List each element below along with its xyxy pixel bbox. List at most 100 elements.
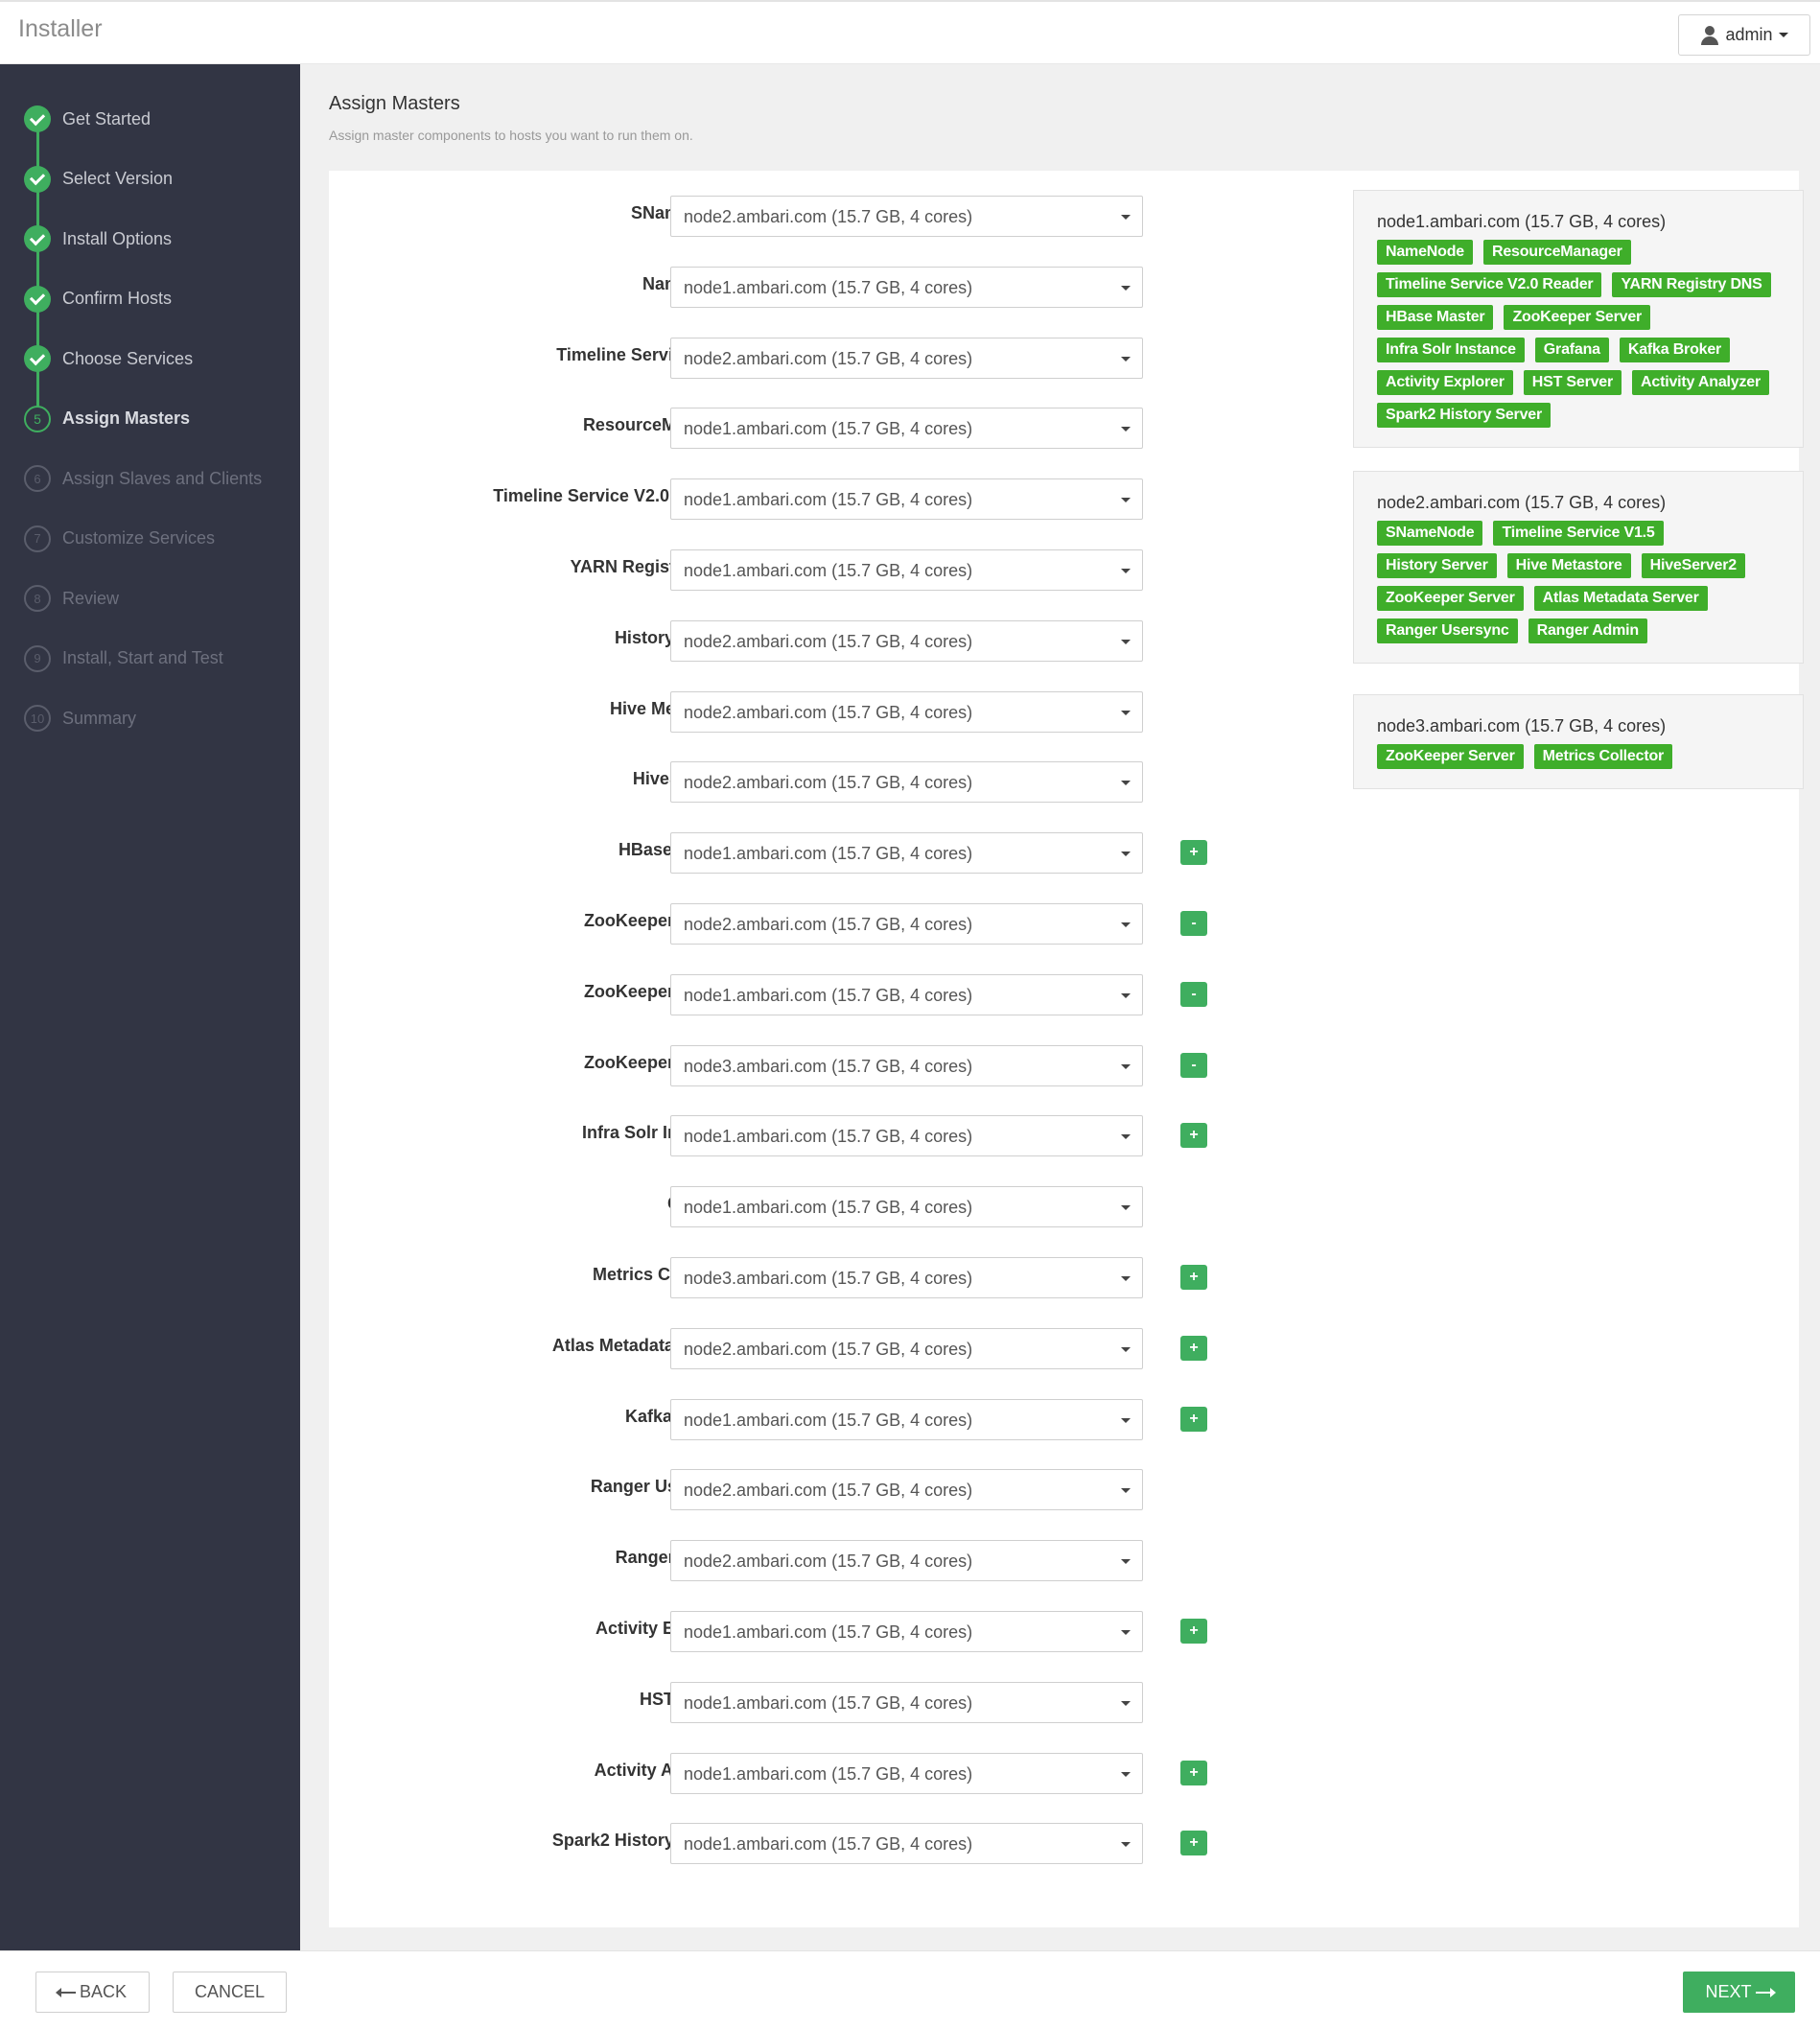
wizard-step[interactable]: Choose Services	[24, 344, 193, 373]
chevron-down-icon	[1121, 1276, 1131, 1281]
host-select-value: node2.ambari.com (15.7 GB, 4 cores)	[684, 773, 973, 793]
step-number: 7	[24, 525, 51, 552]
host-name: node1.ambari.com (15.7 GB, 4 cores)	[1377, 212, 1667, 231]
host-select-value: node1.ambari.com (15.7 GB, 4 cores)	[684, 844, 973, 864]
add-component-button[interactable]: +	[1180, 1265, 1207, 1290]
component-badge: ZooKeeper Server	[1504, 305, 1651, 330]
step-number: 10	[24, 705, 51, 732]
component-badge: SNameNode	[1377, 521, 1483, 546]
wizard-step: 6 Assign Slaves and Clients	[24, 464, 262, 493]
component-badge: ZooKeeper Server	[1377, 744, 1524, 769]
component-row: Hive Metastore:node2.ambari.com (15.7 GB…	[329, 690, 1249, 733]
wizard-step[interactable]: Install Options	[24, 224, 172, 253]
user-label: admin	[1725, 25, 1773, 44]
component-badge: Metrics Collector	[1533, 744, 1673, 769]
host-select[interactable]: node1.ambari.com (15.7 GB, 4 cores)	[670, 549, 1143, 591]
component-row: Infra Solr Instance: node1.ambari.com (15…	[329, 1115, 1249, 1157]
user-menu-button[interactable]: admin	[1678, 14, 1810, 56]
step-number: 5	[24, 405, 51, 432]
chevron-down-icon	[1121, 1134, 1131, 1140]
component-row: ZooKeeper Server: node2.ambari.com (15.7 …	[329, 903, 1249, 945]
component-badge: Ranger Admin	[1528, 618, 1647, 643]
host-select[interactable]: node2.ambari.com (15.7 GB, 4 cores)	[670, 196, 1143, 237]
chevron-down-icon	[1121, 356, 1131, 362]
wizard-sidebar: Get Started Select Version Install Options…	[0, 64, 300, 1950]
chevron-down-icon	[1121, 710, 1131, 715]
host-select-value: node1.ambari.com (15.7 GB, 4 cores)	[684, 277, 973, 297]
component-row: ZooKeeper Server: node1.ambari.com (15.7 …	[329, 973, 1249, 1015]
back-button[interactable]: BACK	[35, 1972, 150, 2013]
add-component-button[interactable]: +	[1180, 840, 1207, 866]
check-icon	[24, 225, 51, 252]
page-title: Assign Masters	[329, 93, 460, 114]
host-select[interactable]: node1.ambari.com (15.7 GB, 4 cores)	[670, 266, 1143, 308]
host-select[interactable]: node1.ambari.com (15.7 GB, 4 cores)	[670, 408, 1143, 450]
host-select[interactable]: node2.ambari.com (15.7 GB, 4 cores)	[670, 761, 1143, 804]
host-select-value: node1.ambari.com (15.7 GB, 4 cores)	[684, 1410, 973, 1430]
chevron-down-icon	[1121, 427, 1131, 432]
host-select[interactable]: node2.ambari.com (15.7 GB, 4 cores)	[670, 1327, 1143, 1369]
wizard-step[interactable]: Get Started	[24, 105, 151, 133]
host-select-value: node1.ambari.com (15.7 GB, 4 cores)	[684, 490, 973, 510]
host-select[interactable]: node2.ambari.com (15.7 GB, 4 cores)	[670, 1540, 1143, 1582]
component-row: SNameNode:node2.ambari.com (15.7 GB, 4 c…	[329, 196, 1249, 237]
wizard-step-label: Install, Start and Test	[62, 648, 223, 667]
host-select[interactable]: node1.ambari.com (15.7 GB, 4 cores)	[670, 1186, 1143, 1228]
check-icon	[24, 345, 51, 372]
host-select[interactable]: node2.ambari.com (15.7 GB, 4 cores)	[670, 1469, 1143, 1511]
wizard-step[interactable]: Confirm Hosts	[24, 285, 172, 314]
add-component-button[interactable]: +	[1180, 1123, 1207, 1149]
wizard-step-label: Choose Services	[62, 348, 194, 368]
check-icon	[24, 105, 51, 132]
host-name: node3.ambari.com (15.7 GB, 4 cores)	[1377, 716, 1667, 735]
component-row: Timeline Service V2.0 Reader: node1.ambar…	[329, 478, 1249, 521]
chevron-down-icon	[1121, 1346, 1131, 1352]
remove-component-button[interactable]: -	[1180, 1052, 1207, 1078]
chevron-down-icon	[1121, 1630, 1131, 1635]
host-select[interactable]: node2.ambari.com (15.7 GB, 4 cores)	[670, 903, 1143, 945]
chevron-down-icon	[1121, 852, 1131, 857]
host-select[interactable]: node1.ambari.com (15.7 GB, 4 cores)	[670, 1681, 1143, 1723]
host-select[interactable]: node1.ambari.com (15.7 GB, 4 cores)	[670, 1115, 1143, 1157]
component-badge: YARN Registry DNS	[1612, 272, 1771, 297]
host-select-value: node2.ambari.com (15.7 GB, 4 cores)	[684, 348, 973, 368]
add-component-button[interactable]: +	[1180, 1831, 1207, 1856]
wizard-step[interactable]: Select Version	[24, 165, 173, 194]
remove-component-button[interactable]: -	[1180, 981, 1207, 1007]
component-badge: Kafka Broker	[1619, 338, 1731, 362]
cancel-button[interactable]: CANCEL	[173, 1972, 287, 2013]
add-component-button[interactable]: +	[1180, 1406, 1207, 1432]
component-row: Spark2 History Server: node1.ambari.com (…	[329, 1823, 1249, 1865]
app-title: Installer	[18, 15, 103, 42]
add-component-button[interactable]: +	[1180, 1335, 1207, 1361]
next-button[interactable]: NEXT	[1683, 1972, 1795, 2013]
wizard-step[interactable]: 5 Assign Masters	[24, 405, 190, 433]
chevron-down-icon	[1778, 33, 1788, 37]
component-row: Atlas Metadata Server: node2.ambari.com (…	[329, 1327, 1249, 1369]
add-component-button[interactable]: +	[1180, 1619, 1207, 1644]
host-select[interactable]: node1.ambari.com (15.7 GB, 4 cores)	[670, 1398, 1143, 1440]
host-select[interactable]: node1.ambari.com (15.7 GB, 4 cores)	[670, 1611, 1143, 1652]
host-select[interactable]: node1.ambari.com (15.7 GB, 4 cores)	[670, 478, 1143, 521]
add-component-button[interactable]: +	[1180, 1760, 1207, 1785]
remove-component-button[interactable]: -	[1180, 911, 1207, 936]
component-badge: ZooKeeper Server	[1377, 586, 1524, 611]
host-select[interactable]: node2.ambari.com (15.7 GB, 4 cores)	[670, 619, 1143, 662]
next-label: NEXT	[1705, 1982, 1752, 2001]
host-select-value: node1.ambari.com (15.7 GB, 4 cores)	[684, 561, 973, 580]
host-select[interactable]: node1.ambari.com (15.7 GB, 4 cores)	[670, 973, 1143, 1015]
host-select[interactable]: node3.ambari.com (15.7 GB, 4 cores)	[670, 1257, 1143, 1298]
host-select[interactable]: node3.ambari.com (15.7 GB, 4 cores)	[670, 1044, 1143, 1086]
component-chips: SNameNode Timeline Service V1.5 History Se…	[1377, 521, 1789, 643]
host-select[interactable]: node1.ambari.com (15.7 GB, 4 cores)	[670, 832, 1143, 875]
step-number: 6	[24, 465, 51, 492]
wizard-step-label: Assign Masters	[62, 408, 191, 428]
host-select-value: node2.ambari.com (15.7 GB, 4 cores)	[684, 702, 973, 722]
host-select[interactable]: node1.ambari.com (15.7 GB, 4 cores)	[670, 1823, 1143, 1865]
host-select[interactable]: node2.ambari.com (15.7 GB, 4 cores)	[670, 337, 1143, 379]
host-select[interactable]: node1.ambari.com (15.7 GB, 4 cores)	[670, 1752, 1143, 1794]
component-badge: NameNode	[1377, 240, 1473, 265]
host-select-value: node3.ambari.com (15.7 GB, 4 cores)	[684, 1269, 973, 1288]
chevron-down-icon	[1121, 639, 1131, 644]
host-select[interactable]: node2.ambari.com (15.7 GB, 4 cores)	[670, 690, 1143, 733]
